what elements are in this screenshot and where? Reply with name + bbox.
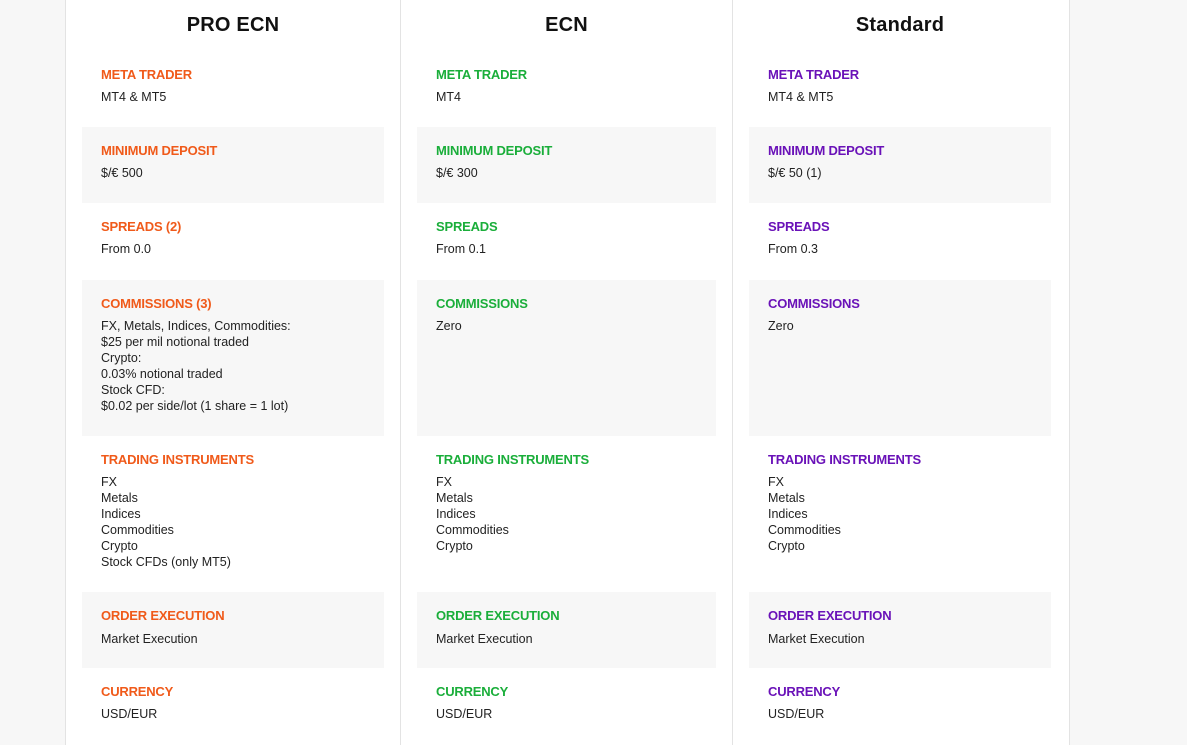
minimum-deposit-label: MINIMUM DEPOSIT xyxy=(101,143,218,158)
currency-section: CURRENCY USD/EUR xyxy=(417,668,716,745)
trading-instruments-value: FX Metals Indices Commodities Crypto xyxy=(768,474,1051,554)
currency-label: CURRENCY xyxy=(436,684,509,699)
trading-instruments-label: TRADING INSTRUMENTS xyxy=(101,452,254,467)
instrument-item: Stock CFDs (only MT5) xyxy=(101,555,231,569)
commissions-line: $25 per mil notional traded xyxy=(101,335,250,349)
commissions-value: Zero xyxy=(768,318,1051,334)
currency-value: USD/EUR xyxy=(436,707,493,721)
instrument-item: Commodities xyxy=(436,523,509,537)
minimum-deposit-value: $/€ 50 (1) xyxy=(768,166,822,180)
meta-trader-section: META TRADER MT4 xyxy=(417,51,716,127)
order-execution-section: ORDER EXECUTION Market Execution xyxy=(417,592,716,668)
trading-instruments-label: TRADING INSTRUMENTS xyxy=(436,452,589,467)
instrument-item: Indices xyxy=(768,507,808,521)
spreads-label: SPREADS xyxy=(768,219,830,234)
commissions-label: COMMISSIONS xyxy=(436,296,528,311)
minimum-deposit-value: $/€ 500 xyxy=(101,166,143,180)
minimum-deposit-label: MINIMUM DEPOSIT xyxy=(436,143,553,158)
instrument-item: Indices xyxy=(101,507,141,521)
currency-label: CURRENCY xyxy=(768,684,841,699)
meta-trader-label: META TRADER xyxy=(768,67,859,82)
commissions-line: Stock CFD: xyxy=(101,383,165,397)
commissions-label: COMMISSIONS xyxy=(768,296,860,311)
instrument-item: Metals xyxy=(768,491,805,505)
instrument-item: FX xyxy=(768,475,784,489)
minimum-deposit-label: MINIMUM DEPOSIT xyxy=(768,143,885,158)
trading-instruments-label: TRADING INSTRUMENTS xyxy=(768,452,921,467)
trading-instruments-section: TRADING INSTRUMENTS FX Metals Indices Co… xyxy=(417,436,716,592)
instrument-item: Commodities xyxy=(101,523,174,537)
spreads-section: SPREADS (2) From 0.0 xyxy=(82,203,384,280)
order-execution-label: ORDER EXECUTION xyxy=(768,608,892,623)
currency-label: CURRENCY xyxy=(101,684,174,699)
spreads-section: SPREADS From 0.1 xyxy=(417,203,716,280)
meta-trader-value: MT4 xyxy=(436,90,461,104)
commissions-section: COMMISSIONS Zero xyxy=(417,280,716,436)
order-execution-section: ORDER EXECUTION Market Execution xyxy=(749,592,1051,668)
commissions-line: 0.03% notional traded xyxy=(101,367,223,381)
instrument-item: Crypto xyxy=(436,539,473,553)
plan-column-pro-ecn: PRO ECN META TRADER MT4 & MT5 MINIMUM DE… xyxy=(66,0,401,745)
meta-trader-section: META TRADER MT4 & MT5 xyxy=(749,51,1051,127)
instrument-item: FX xyxy=(436,475,452,489)
meta-trader-value: MT4 & MT5 xyxy=(768,90,834,104)
spreads-section: SPREADS From 0.3 xyxy=(749,203,1051,280)
spreads-value: From 0.1 xyxy=(436,242,487,256)
order-execution-label: ORDER EXECUTION xyxy=(436,608,560,623)
plan-title: ECN xyxy=(545,14,588,36)
commissions-value: Zero xyxy=(436,318,716,334)
instrument-item: Indices xyxy=(436,507,476,521)
order-execution-value: Market Execution xyxy=(436,632,533,646)
commissions-section: COMMISSIONS Zero xyxy=(749,280,1051,436)
spreads-value: From 0.3 xyxy=(768,242,819,256)
commissions-line: $0.02 per side/lot (1 share = 1 lot) xyxy=(101,399,289,413)
plan-title: Standard xyxy=(855,14,945,36)
trading-instruments-value: FX Metals Indices Commodities Crypto Sto… xyxy=(101,474,384,570)
meta-trader-section: META TRADER MT4 & MT5 xyxy=(82,51,384,127)
trading-instruments-value: FX Metals Indices Commodities Crypto xyxy=(436,474,716,554)
plan-title: PRO ECN xyxy=(186,14,280,36)
instrument-item: Metals xyxy=(436,491,473,505)
spreads-label: SPREADS xyxy=(436,219,498,234)
minimum-deposit-value: $/€ 300 xyxy=(436,166,478,180)
currency-section: CURRENCY USD/EUR xyxy=(82,668,384,745)
commissions-line: Crypto: xyxy=(101,351,142,365)
commissions-line: Zero xyxy=(768,319,794,333)
meta-trader-label: META TRADER xyxy=(436,67,527,82)
minimum-deposit-section: MINIMUM DEPOSIT $/€ 500 xyxy=(82,127,384,203)
minimum-deposit-section: MINIMUM DEPOSIT $/€ 300 xyxy=(417,127,716,203)
currency-value: USD/EUR xyxy=(768,707,825,721)
minimum-deposit-section: MINIMUM DEPOSIT $/€ 50 (1) xyxy=(749,127,1051,203)
trading-instruments-section: TRADING INSTRUMENTS FX Metals Indices Co… xyxy=(82,436,384,592)
commissions-line: Zero xyxy=(436,319,462,333)
order-execution-value: Market Execution xyxy=(101,632,198,646)
spreads-label: SPREADS (2) xyxy=(101,219,182,234)
plan-column-standard: Standard META TRADER MT4 & MT5 MINIMUM D… xyxy=(733,0,1067,745)
instrument-item: Metals xyxy=(101,491,138,505)
commissions-section: COMMISSIONS (3) FX, Metals, Indices, Com… xyxy=(82,280,384,436)
commissions-label: COMMISSIONS (3) xyxy=(101,296,212,311)
instrument-item: Commodities xyxy=(768,523,841,537)
currency-value: USD/EUR xyxy=(101,707,158,721)
spreads-value: From 0.0 xyxy=(101,242,152,256)
instrument-item: Crypto xyxy=(101,539,138,553)
account-comparison-table: PRO ECN META TRADER MT4 & MT5 MINIMUM DE… xyxy=(65,0,1070,745)
currency-section: CURRENCY USD/EUR xyxy=(749,668,1051,745)
order-execution-label: ORDER EXECUTION xyxy=(101,608,225,623)
order-execution-value: Market Execution xyxy=(768,632,865,646)
meta-trader-value: MT4 & MT5 xyxy=(101,90,167,104)
plan-column-ecn: ECN META TRADER MT4 MINIMUM DEPOSIT $/€ … xyxy=(401,0,733,745)
trading-instruments-section: TRADING INSTRUMENTS FX Metals Indices Co… xyxy=(749,436,1051,592)
instrument-item: Crypto xyxy=(768,539,805,553)
commissions-line: FX, Metals, Indices, Commodities: xyxy=(101,319,291,333)
order-execution-section: ORDER EXECUTION Market Execution xyxy=(82,592,384,668)
commissions-value: FX, Metals, Indices, Commodities: $25 pe… xyxy=(101,318,384,414)
meta-trader-label: META TRADER xyxy=(101,67,192,82)
instrument-item: FX xyxy=(101,475,117,489)
